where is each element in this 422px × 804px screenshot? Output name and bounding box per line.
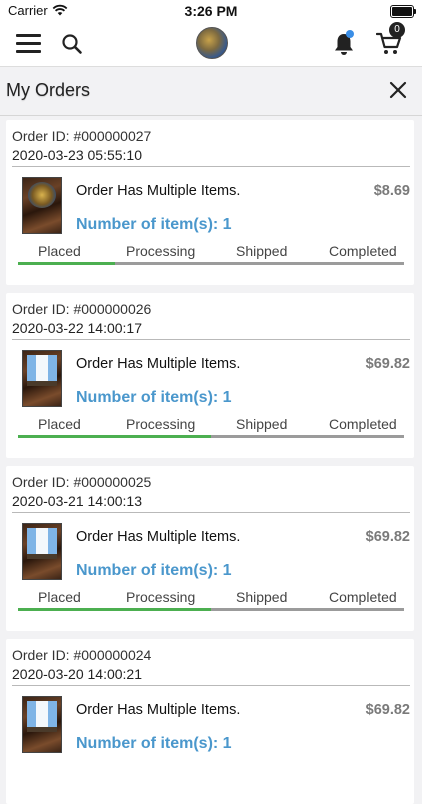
order-id: Order ID: #000000024 <box>12 647 152 663</box>
order-date: 2020-03-21 14:00:13 <box>12 493 142 509</box>
app-logo[interactable] <box>196 27 228 59</box>
item-title: Order Has Multiple Items. <box>76 183 241 199</box>
progress-track <box>18 435 404 438</box>
step-placed: Placed <box>38 243 81 259</box>
progress-fill <box>18 262 115 265</box>
step-shipped: Shipped <box>236 589 288 605</box>
item-price: $69.82 <box>365 702 410 718</box>
step-shipped: Shipped <box>236 243 288 259</box>
order-card[interactable]: Order ID: #000000026 2020-03-22 14:00:17… <box>6 293 414 458</box>
product-thumbnail[interactable] <box>22 350 62 407</box>
cart-count-badge: 0 <box>389 22 405 38</box>
page-title-bar: My Orders <box>0 67 422 116</box>
item-count[interactable]: Number of item(s): 1 <box>76 735 232 753</box>
page-title: My Orders <box>6 80 91 100</box>
order-date: 2020-03-20 14:00:21 <box>12 666 142 682</box>
step-placed: Placed <box>38 589 81 605</box>
step-placed: Placed <box>38 416 81 432</box>
close-icon[interactable] <box>388 80 408 100</box>
step-processing: Processing <box>126 589 196 605</box>
menu-icon[interactable] <box>16 34 41 53</box>
step-completed: Completed <box>329 243 397 259</box>
search-icon[interactable] <box>61 33 83 55</box>
item-title: Order Has Multiple Items. <box>76 702 241 718</box>
divider <box>12 166 410 167</box>
divider <box>12 339 410 340</box>
step-completed: Completed <box>329 416 397 432</box>
product-thumbnail[interactable] <box>22 177 62 234</box>
progress-steps: Placed Processing Shipped Completed <box>18 589 404 605</box>
item-price: $69.82 <box>365 529 410 545</box>
step-completed: Completed <box>329 589 397 605</box>
item-price: $8.69 <box>373 183 410 199</box>
order-card[interactable]: Order ID: #000000027 2020-03-23 05:55:10… <box>6 120 414 285</box>
item-price: $69.82 <box>365 356 410 372</box>
step-processing: Processing <box>126 416 196 432</box>
step-processing: Processing <box>126 243 196 259</box>
order-id: Order ID: #000000025 <box>12 474 152 490</box>
order-card[interactable]: Order ID: #000000024 2020-03-20 14:00:21… <box>6 639 414 804</box>
order-date: 2020-03-22 14:00:17 <box>12 320 142 336</box>
order-card[interactable]: Order ID: #000000025 2020-03-21 14:00:13… <box>6 466 414 631</box>
step-shipped: Shipped <box>236 416 288 432</box>
progress-steps: Placed Processing Shipped Completed <box>18 416 404 432</box>
divider <box>12 512 410 513</box>
item-title: Order Has Multiple Items. <box>76 529 241 545</box>
app-header: 0 <box>0 22 422 67</box>
item-count[interactable]: Number of item(s): 1 <box>76 562 232 580</box>
order-id: Order ID: #000000027 <box>12 128 152 144</box>
battery-icon <box>390 5 416 18</box>
progress-fill <box>18 435 211 438</box>
notification-dot <box>346 30 354 38</box>
clock: 3:26 PM <box>184 3 238 19</box>
status-bar: Carrier 3:26 PM <box>0 0 422 22</box>
item-title: Order Has Multiple Items. <box>76 356 241 372</box>
divider <box>12 685 410 686</box>
item-count[interactable]: Number of item(s): 1 <box>76 216 232 234</box>
progress-fill <box>18 608 211 611</box>
progress-track <box>18 608 404 611</box>
product-thumbnail[interactable] <box>22 523 62 580</box>
order-date: 2020-03-23 05:55:10 <box>12 147 142 163</box>
order-id: Order ID: #000000026 <box>12 301 152 317</box>
progress-track <box>18 262 404 265</box>
product-thumbnail[interactable] <box>22 696 62 753</box>
item-count[interactable]: Number of item(s): 1 <box>76 389 232 407</box>
progress-steps: Placed Processing Shipped Completed <box>18 243 404 259</box>
